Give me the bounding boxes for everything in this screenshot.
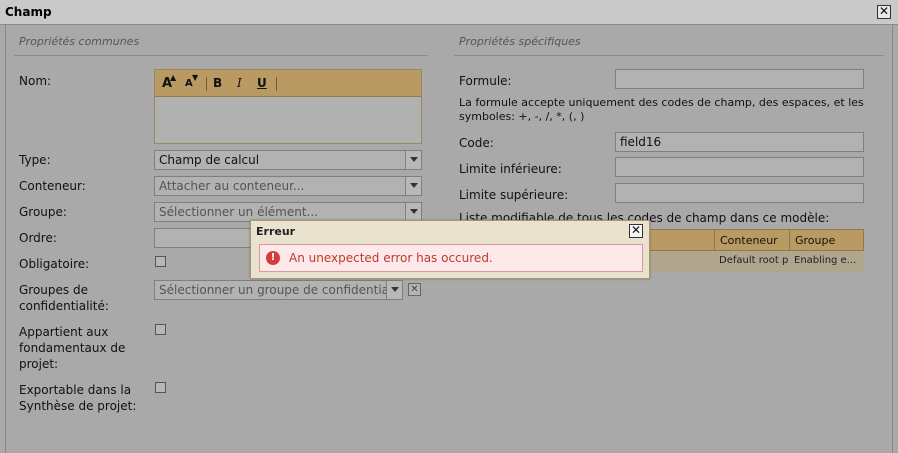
formule-input[interactable] bbox=[615, 69, 864, 89]
common-section-divider bbox=[14, 55, 428, 56]
common-section-title: Propriétés communes bbox=[19, 35, 140, 48]
limite-sup-input[interactable] bbox=[615, 183, 864, 203]
confidentialite-select[interactable]: Sélectionner un groupe de confidentialit… bbox=[154, 280, 403, 300]
underline-icon[interactable]: U bbox=[257, 76, 267, 90]
confidentialite-placeholder: Sélectionner un groupe de confidentialit… bbox=[159, 283, 403, 297]
obligatoire-label: Obligatoire: bbox=[19, 257, 90, 271]
italic-icon[interactable]: I bbox=[237, 76, 242, 90]
window-close-icon[interactable]: ✕ bbox=[877, 5, 891, 19]
limite-inf-input[interactable] bbox=[615, 157, 864, 177]
chevron-down-icon[interactable] bbox=[405, 203, 421, 221]
code-label: Code: bbox=[459, 136, 494, 150]
fondamentaux-checkbox[interactable] bbox=[155, 324, 166, 335]
code-value: field16 bbox=[620, 135, 662, 149]
chevron-down-icon[interactable] bbox=[386, 281, 402, 299]
specific-section-title: Propriétés spécifiques bbox=[459, 35, 581, 48]
ordre-label: Ordre: bbox=[19, 231, 57, 245]
exportable-checkbox[interactable] bbox=[155, 382, 166, 393]
fondamentaux-label: Appartient aux fondamentaux de projet: bbox=[19, 325, 126, 371]
type-label: Type: bbox=[19, 153, 51, 167]
clear-confidentialite-icon[interactable]: ✕ bbox=[408, 283, 421, 296]
conteneur-placeholder: Attacher au conteneur... bbox=[159, 179, 305, 193]
error-icon: ! bbox=[266, 251, 280, 265]
nom-rich-editor[interactable]: A ▲ A ▼ B I U bbox=[154, 69, 422, 144]
specific-section-divider bbox=[454, 55, 884, 56]
type-select-value: Champ de calcul bbox=[159, 153, 260, 167]
bold-icon[interactable]: B bbox=[213, 76, 222, 90]
table-header-conteneur[interactable]: Conteneur bbox=[714, 229, 790, 251]
conteneur-select[interactable]: Attacher au conteneur... bbox=[154, 176, 422, 196]
error-message-box: ! An unexpected error has occured. bbox=[259, 244, 643, 272]
formule-help-text: La formule accepte uniquement des codes … bbox=[459, 96, 864, 123]
error-close-icon[interactable]: ✕ bbox=[629, 224, 643, 238]
code-input[interactable]: field16 bbox=[615, 132, 864, 152]
error-dialog: Erreur ✕ ! An unexpected error has occur… bbox=[250, 220, 650, 279]
window-titlebar: Champ ✕ bbox=[0, 0, 898, 25]
nom-label: Nom: bbox=[19, 74, 52, 88]
toolbar-separator bbox=[206, 77, 207, 91]
groupe-select[interactable]: Sélectionner un élément... bbox=[154, 202, 422, 222]
groupe-label: Groupe: bbox=[19, 205, 67, 219]
limite-sup-label: Limite supérieure: bbox=[459, 188, 569, 202]
editor-toolbar: A ▲ A ▼ B I U bbox=[155, 70, 421, 97]
window-title: Champ bbox=[5, 5, 52, 19]
formule-label: Formule: bbox=[459, 74, 512, 88]
confidentialite-label: Groupes de confidentialité: bbox=[19, 283, 109, 313]
obligatoire-checkbox[interactable] bbox=[155, 256, 166, 267]
conteneur-label: Conteneur: bbox=[19, 179, 86, 193]
font-shrink-arrow-icon: ▼ bbox=[192, 73, 199, 82]
exportable-label: Exportable dans la Synthèse de projet: bbox=[19, 383, 137, 413]
toolbar-separator bbox=[276, 77, 277, 91]
chevron-down-icon[interactable] bbox=[405, 177, 421, 195]
error-dialog-title: Erreur bbox=[256, 225, 296, 238]
groupe-placeholder: Sélectionner un élément... bbox=[159, 205, 318, 219]
font-grow-arrow-icon: ▲ bbox=[170, 73, 177, 82]
chevron-down-icon[interactable] bbox=[405, 151, 421, 169]
table-header-groupe[interactable]: Groupe bbox=[789, 229, 864, 251]
table-cell-conteneur[interactable]: Default root pl bbox=[714, 251, 789, 272]
error-message-text: An unexpected error has occured. bbox=[289, 251, 493, 265]
table-cell-groupe[interactable]: Enabling e... bbox=[789, 251, 864, 272]
limite-inf-label: Limite inférieure: bbox=[459, 162, 562, 176]
type-select[interactable]: Champ de calcul bbox=[154, 150, 422, 170]
